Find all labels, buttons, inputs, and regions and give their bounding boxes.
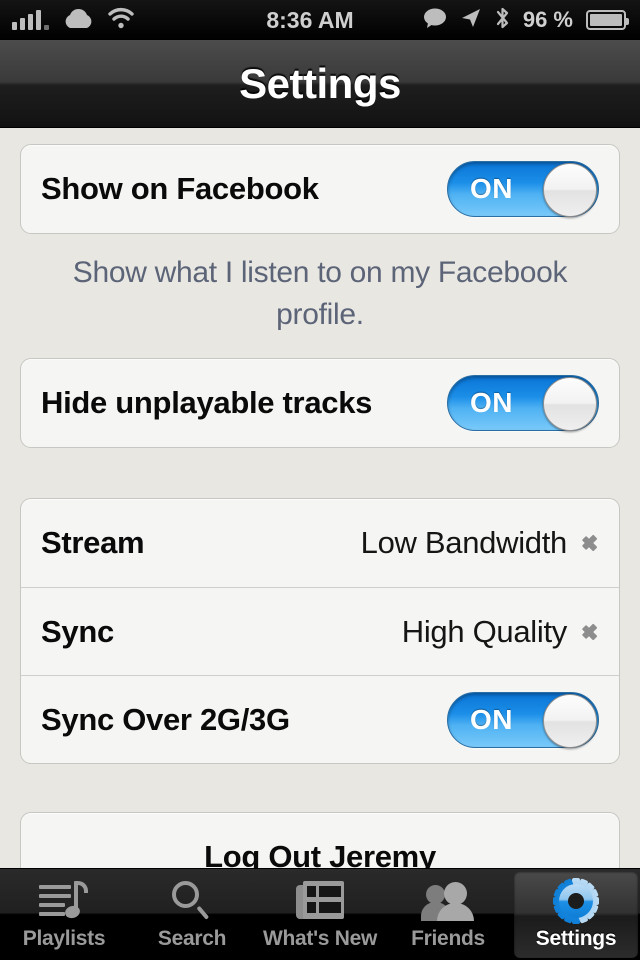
signal-bars-icon	[12, 10, 49, 30]
footnote-facebook: Show what I listen to on my Facebook pro…	[72, 256, 568, 331]
row-label-stream: Stream	[41, 525, 145, 560]
status-bar: 8:36 AM 96 %	[0, 0, 640, 40]
tab-label-settings: Settings	[535, 926, 617, 950]
toggle-knob	[543, 693, 597, 748]
speech-bubble-icon	[423, 7, 447, 34]
tab-bar: Playlists Search What's New Friends Sett…	[0, 868, 640, 960]
row-label-hide-unplayable-tracks: Hide unplayable tracks	[41, 385, 373, 420]
row-value-sync: High Quality	[401, 613, 568, 649]
tab-settings[interactable]: Settings	[514, 871, 638, 958]
toggle-knob	[543, 163, 597, 217]
location-arrow-icon	[460, 7, 482, 34]
tab-whats-new[interactable]: What's New	[258, 871, 382, 958]
row-label-sync: Sync	[41, 613, 114, 649]
row-label-sync-over-cellular: Sync Over 2G/3G	[41, 701, 290, 737]
cloud-icon	[61, 7, 95, 34]
row-show-on-facebook[interactable]: Show on Facebook ON	[21, 145, 619, 233]
row-label-show-on-facebook: Show on Facebook	[41, 171, 319, 206]
status-bar-right: 96 %	[420, 6, 640, 35]
row-sync[interactable]: Sync High Quality	[21, 587, 619, 675]
navigation-bar: Settings	[0, 40, 640, 128]
status-bar-center: 8:36 AM	[200, 7, 420, 34]
tab-label-friends: Friends	[411, 926, 485, 950]
chevron-right-icon	[583, 530, 599, 556]
row-hide-unplayable-tracks[interactable]: Hide unplayable tracks ON	[21, 359, 619, 447]
tab-label-playlists: Playlists	[22, 926, 106, 950]
tab-label-search: Search	[157, 926, 227, 950]
toggle-sync-over-cellular[interactable]: ON	[447, 691, 599, 748]
wifi-icon	[107, 7, 135, 34]
chevron-right-icon	[583, 619, 599, 645]
toggle-state-label: ON	[470, 703, 513, 735]
friends-icon	[421, 879, 474, 923]
tab-playlists[interactable]: Playlists	[2, 871, 126, 958]
toggle-hide-unplayable-tracks[interactable]: ON	[447, 375, 599, 431]
newspaper-icon	[294, 879, 346, 923]
battery-icon	[586, 10, 629, 30]
settings-content: Show on Facebook ON Show what I listen t…	[0, 128, 640, 902]
bluetooth-icon	[495, 6, 510, 35]
gear-icon	[550, 877, 602, 924]
search-icon	[166, 879, 218, 923]
status-bar-time: 8:36 AM	[266, 6, 354, 33]
page-title: Settings	[239, 59, 401, 107]
toggle-state-label: ON	[470, 387, 513, 418]
app-screen: 8:36 AM 96 % Settings Show on Facebook O…	[0, 0, 640, 960]
group-tracks: Hide unplayable tracks ON	[20, 358, 620, 448]
status-bar-left	[0, 7, 200, 34]
playlists-icon	[38, 879, 90, 923]
toggle-state-label: ON	[470, 173, 513, 204]
group-facebook: Show on Facebook ON	[20, 144, 620, 234]
row-value-stream: Low Bandwidth	[360, 525, 568, 560]
battery-percent: 96 %	[522, 7, 573, 32]
group-quality: Stream Low Bandwidth Sync High Quality S…	[20, 498, 620, 764]
toggle-knob	[543, 377, 597, 431]
tab-label-whats-new: What's New	[262, 926, 377, 950]
tab-friends[interactable]: Friends	[386, 871, 510, 958]
toggle-show-on-facebook[interactable]: ON	[447, 161, 599, 217]
row-sync-over-cellular[interactable]: Sync Over 2G/3G ON	[21, 675, 619, 763]
row-stream[interactable]: Stream Low Bandwidth	[21, 499, 619, 587]
tab-search[interactable]: Search	[130, 871, 254, 958]
